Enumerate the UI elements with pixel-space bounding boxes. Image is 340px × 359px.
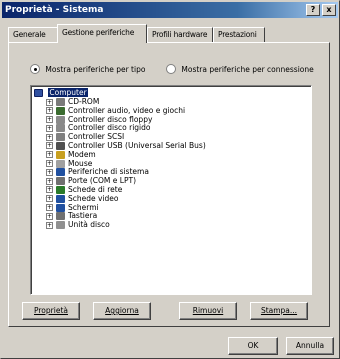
ok-button[interactable]: OK [228,337,278,355]
expand-icon[interactable]: + [46,195,53,203]
expand-icon[interactable]: + [46,116,53,124]
view-by-connection-option[interactable]: Mostra periferiche per connessione [166,64,314,76]
print-button-label: Stampa... [260,306,298,315]
properties-button-label: Proprietà [34,306,68,315]
usb-icon [56,141,65,150]
tab-prestazioni[interactable]: Prestazioni [213,27,265,42]
refresh-button[interactable]: Aggiorna [93,302,151,320]
expand-icon[interactable]: + [46,98,53,106]
view-by-connection-radio[interactable] [166,64,176,74]
tab-gestione-periferiche[interactable]: Gestione periferiche [57,24,147,43]
expand-icon[interactable]: + [46,160,53,168]
view-by-connection-label: Mostra periferiche per connessione [181,64,314,74]
audio-icon [56,106,65,115]
floppy-icon [56,115,65,124]
expand-icon[interactable]: + [46,168,53,176]
properties-button[interactable]: Proprietà [22,302,80,320]
tree-item-label: Porte (COM e LPT) [68,176,136,186]
port-icon [56,177,65,186]
expand-icon[interactable]: + [46,151,53,159]
tab-generale[interactable]: Generale [8,27,58,42]
tree-item-label: Mouse [68,158,93,168]
tree-item-label: CD-ROM [68,97,100,106]
tree-item-label: Schede di rete [68,184,123,194]
tree-item-label: Controller audio, video e giochi [68,105,186,115]
cancel-button[interactable]: Annulla [286,337,334,355]
tree-item-label: Modem [68,149,96,159]
keyboard-icon [56,212,65,221]
window-title: Proprietà - Sistema [5,5,104,15]
tree-item-label: Schede video [68,193,119,203]
computer-icon [34,89,43,97]
refresh-button-label: Aggiorna [105,306,139,315]
tab-profili-hardware[interactable]: Profili hardware [147,27,213,42]
cdrom-icon [56,98,65,106]
system-properties-window: Proprietà - Sistema ? x Generale Gestion… [0,0,340,359]
video-card-icon [56,194,65,203]
modem-icon [56,150,65,159]
view-by-type-label: Mostra periferiche per tipo [45,64,146,74]
device-manager-panel: Mostra periferiche per tipo Mostra perif… [8,42,330,327]
close-button[interactable]: x [322,4,336,16]
tree-root-label[interactable]: Computer [48,88,88,97]
print-button[interactable]: Stampa... [250,302,308,320]
remove-button-label: Rimuovi [192,306,224,315]
system-device-icon [56,168,65,177]
view-by-type-radio[interactable] [30,64,40,74]
expand-icon[interactable]: + [46,107,53,115]
disk-drive-icon [56,221,65,230]
tree-item-label: Schermi [68,202,99,212]
expand-icon[interactable]: + [46,212,53,220]
mouse-icon [56,159,65,168]
remove-button[interactable]: Rimuovi [179,302,237,320]
expand-icon[interactable]: + [46,204,53,212]
network-card-icon [56,185,65,194]
scsi-icon [56,133,65,142]
expand-icon[interactable]: + [46,177,53,185]
tree-item-label: Controller disco floppy [68,114,153,124]
expand-icon[interactable]: + [46,186,53,194]
tree-item-label: Controller disco rigido [68,123,151,133]
tree-item-label: Unità disco [68,220,110,230]
expand-icon[interactable]: + [46,133,53,141]
harddisk-icon [56,124,65,133]
tree-item-label: Periferiche di sistema [68,167,149,177]
view-by-type-option[interactable]: Mostra periferiche per tipo [30,64,145,76]
tree-item-label: Controller USB (Universal Serial Bus) [68,140,206,150]
tree-item[interactable]: + Unità disco [34,220,311,230]
device-tree[interactable]: Computer + CD-ROM + Controller audio, video… [30,85,312,295]
title-bar[interactable]: Proprietà - Sistema ? x [2,2,338,18]
monitor-icon [56,203,65,212]
tree-item-label: Tastiera [68,211,98,221]
help-button[interactable]: ? [306,4,320,16]
expand-icon[interactable]: + [46,221,53,229]
tree-item-label: Controller SCSI [68,132,125,142]
expand-icon[interactable]: + [46,124,53,132]
expand-icon[interactable]: + [46,142,53,150]
